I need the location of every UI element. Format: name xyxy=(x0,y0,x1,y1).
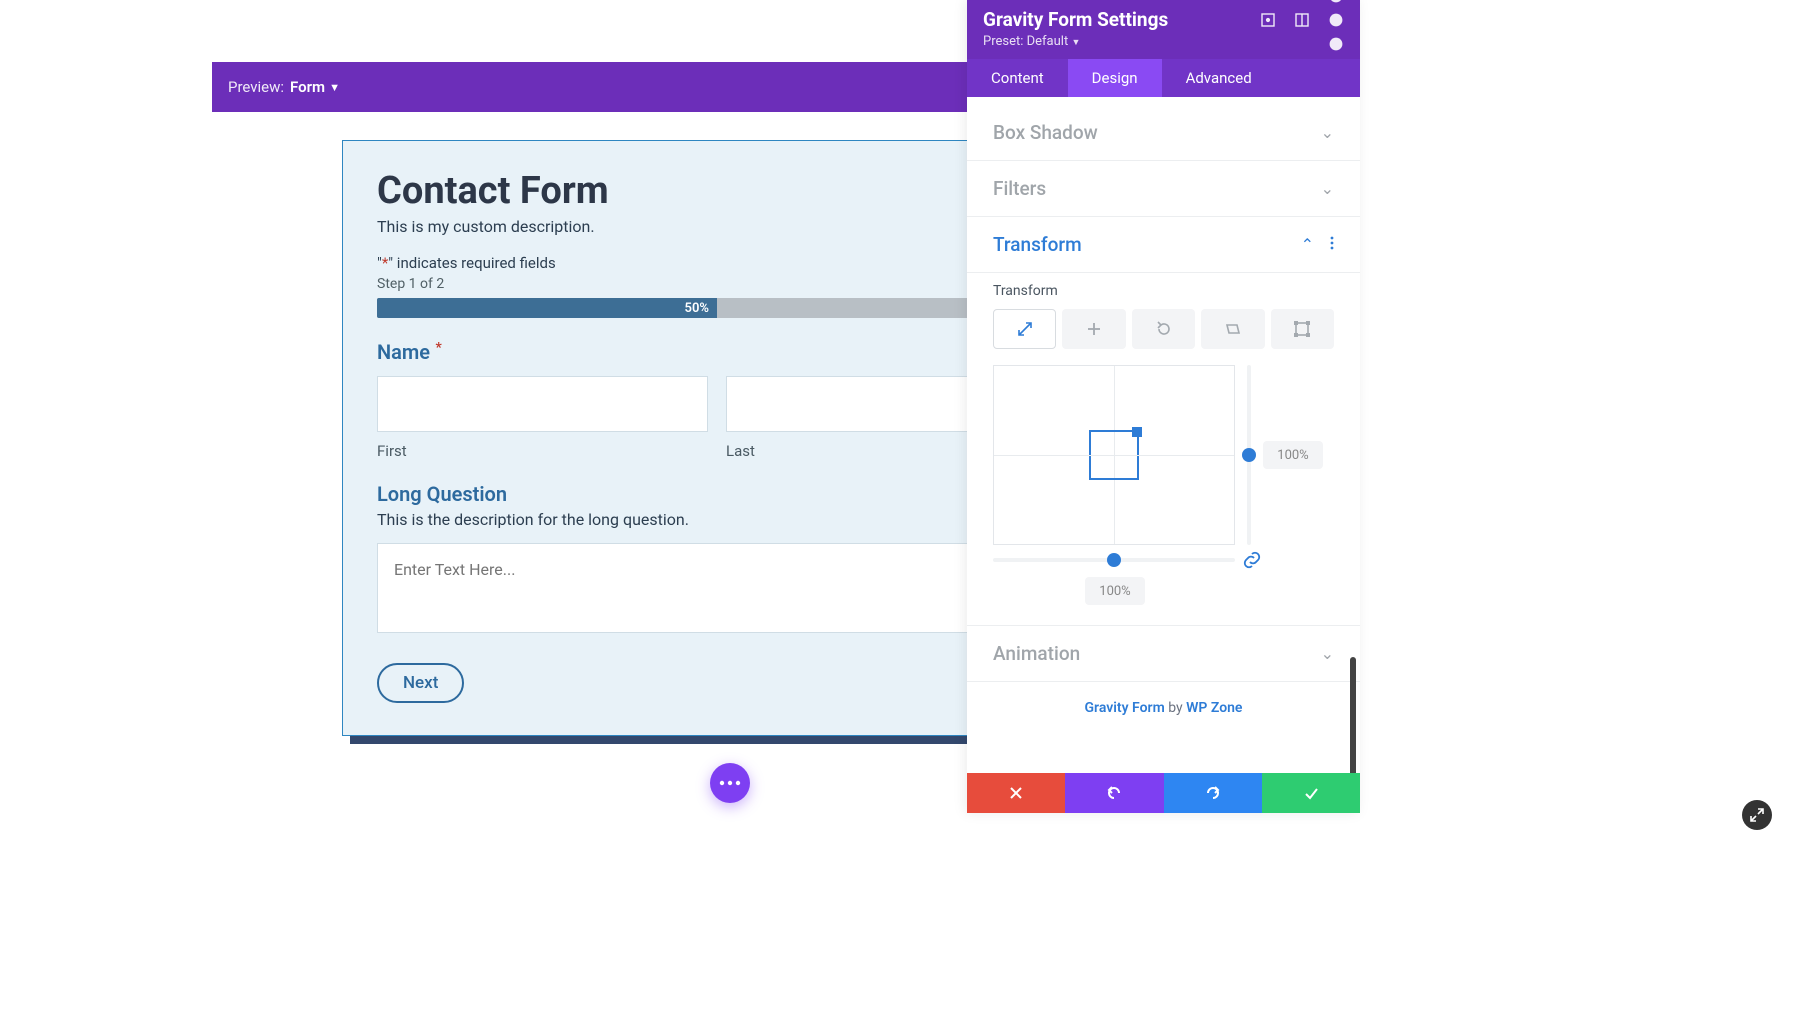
transform-rotate-tool[interactable] xyxy=(1132,309,1195,349)
progress-fill: 50% xyxy=(377,298,717,318)
tab-advanced[interactable]: Advanced xyxy=(1162,59,1276,97)
preview-value[interactable]: Form xyxy=(290,78,325,96)
long-question-description: This is the description for the long que… xyxy=(377,510,1057,529)
columns-icon[interactable] xyxy=(1294,12,1310,28)
long-question-textarea[interactable] xyxy=(377,543,1057,633)
undo-button[interactable] xyxy=(1065,773,1163,813)
scrollbar-thumb[interactable] xyxy=(1350,657,1356,773)
resize-handle-icon[interactable] xyxy=(1132,427,1142,437)
chevron-down-icon: ⌄ xyxy=(1321,179,1334,198)
transform-grid[interactable] xyxy=(993,365,1235,545)
required-fields-msg: "*" indicates required fields xyxy=(377,254,1057,272)
save-button[interactable] xyxy=(1262,773,1360,813)
form-title: Contact Form xyxy=(377,169,1057,213)
transform-origin-tool[interactable] xyxy=(1271,309,1334,349)
required-star-icon: * xyxy=(432,340,442,356)
kebab-icon[interactable] xyxy=(1328,12,1344,28)
tab-design[interactable]: Design xyxy=(1068,59,1162,97)
panel-action-bar xyxy=(967,773,1360,813)
slider-handle[interactable] xyxy=(1242,448,1256,462)
transform-body: Transform xyxy=(967,273,1360,626)
chevron-down-icon: ⌄ xyxy=(1321,644,1334,663)
first-label: First xyxy=(377,442,708,460)
panel-tabs: Content Design Advanced xyxy=(967,59,1360,97)
caret-down-icon: ▼ xyxy=(1071,38,1080,48)
x-value[interactable]: 100% xyxy=(1085,577,1145,605)
transform-scale-tool[interactable] xyxy=(993,309,1056,349)
link-icon[interactable] xyxy=(1243,551,1261,569)
first-name-input[interactable] xyxy=(377,376,708,432)
progress-text: 50% xyxy=(685,301,709,316)
chevron-down-icon[interactable]: ▼ xyxy=(329,81,340,94)
page-options-button[interactable] xyxy=(710,763,750,803)
long-question-label: Long Question xyxy=(377,482,1057,506)
chevron-down-icon: ⌄ xyxy=(1321,123,1334,142)
transform-handle-box[interactable] xyxy=(1089,430,1139,480)
transform-skew-tool[interactable] xyxy=(1201,309,1264,349)
close-button[interactable] xyxy=(967,773,1065,813)
transform-tool-row xyxy=(993,309,1334,349)
y-value[interactable]: 100% xyxy=(1263,441,1323,469)
slider-handle[interactable] xyxy=(1107,553,1121,567)
settings-panel: Gravity Form Settings Preset: Default ▼ … xyxy=(967,0,1360,813)
expand-panel-button[interactable] xyxy=(1742,800,1772,830)
next-button[interactable]: Next xyxy=(377,663,464,703)
section-animation[interactable]: Animation ⌄ xyxy=(967,626,1360,682)
redo-button[interactable] xyxy=(1164,773,1262,813)
transform-move-tool[interactable] xyxy=(1062,309,1125,349)
section-transform[interactable]: Transform ⌃ xyxy=(967,217,1360,273)
panel-header: Gravity Form Settings Preset: Default ▼ xyxy=(967,0,1360,59)
snap-icon[interactable] xyxy=(1260,12,1276,28)
section-filters[interactable]: Filters ⌄ xyxy=(967,161,1360,217)
name-field-label: Name * xyxy=(377,340,1057,364)
step-indicator: Step 1 of 2 xyxy=(377,276,1057,292)
section-kebab-icon[interactable] xyxy=(1330,235,1334,254)
form-description: This is my custom description. xyxy=(377,217,1057,236)
preview-bar: Preview: Form ▼ xyxy=(212,62,967,112)
vendor-link[interactable]: WP Zone xyxy=(1186,700,1242,716)
transform-subhead: Transform xyxy=(993,283,1334,299)
credit-line: Gravity Form by WP Zone xyxy=(967,682,1360,724)
name-field-row: First Last xyxy=(377,376,1057,460)
y-slider[interactable] xyxy=(1243,365,1255,545)
panel-body: Box Shadow ⌄ Filters ⌄ Transform ⌃ Trans… xyxy=(967,97,1360,773)
progress-bar: 50% xyxy=(377,298,1057,318)
chevron-up-icon: ⌃ xyxy=(1301,235,1314,254)
product-link[interactable]: Gravity Form xyxy=(1085,700,1165,716)
preview-label: Preview: xyxy=(228,78,284,96)
preset-selector[interactable]: Preset: Default ▼ xyxy=(983,34,1344,49)
tab-content[interactable]: Content xyxy=(967,59,1068,97)
section-box-shadow[interactable]: Box Shadow ⌄ xyxy=(967,105,1360,161)
panel-title: Gravity Form Settings xyxy=(983,8,1168,31)
x-slider[interactable] xyxy=(993,558,1235,562)
